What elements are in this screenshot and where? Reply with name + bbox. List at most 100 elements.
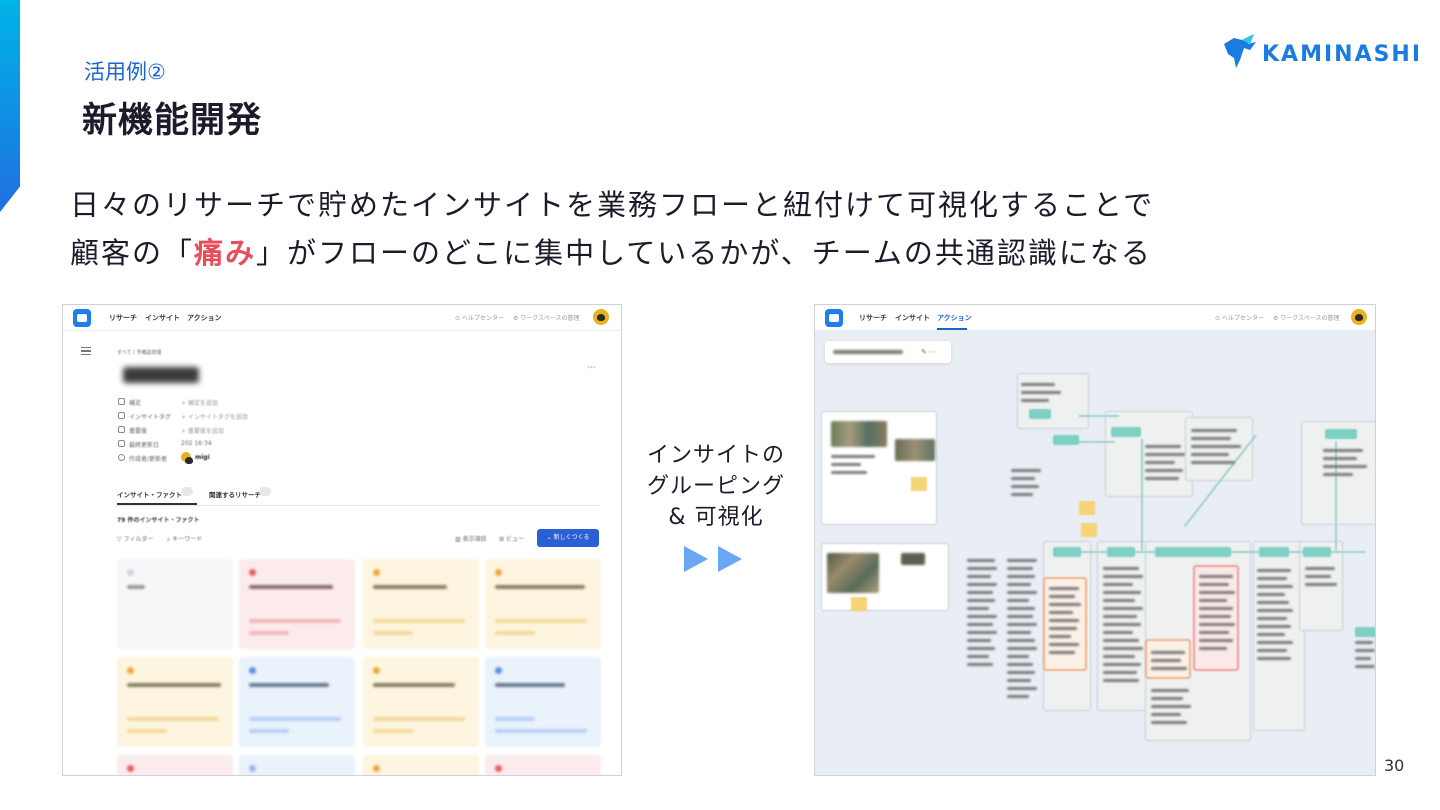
insight-card[interactable] — [485, 559, 601, 649]
card-icon — [495, 765, 502, 772]
grouping-label-line-1: インサイトの — [646, 443, 785, 468]
menu-icon[interactable] — [81, 347, 91, 355]
flow-node[interactable] — [1053, 435, 1079, 445]
canvas-text-stack — [967, 559, 997, 671]
keyword-search[interactable]: ⌕ キーワード — [167, 534, 202, 544]
prop-label-priority: 重要度 — [129, 428, 148, 435]
insight-card[interactable] — [239, 657, 355, 747]
more-icon[interactable]: ⋯ — [587, 363, 596, 373]
photo-thumbnail — [827, 553, 879, 593]
card-icon — [249, 765, 256, 772]
flow-node[interactable] — [1111, 427, 1141, 437]
card-title — [249, 683, 329, 687]
flow-node[interactable] — [1155, 547, 1231, 557]
nav-action[interactable]: アクション — [937, 313, 972, 323]
card-tag-line — [249, 631, 289, 635]
card-tag-line — [495, 729, 587, 733]
flow-node[interactable] — [1259, 547, 1289, 557]
prop-value-tag[interactable]: + インサイトタグを追加 — [181, 412, 248, 421]
brand-logo: KAMINASHI — [1220, 34, 1420, 74]
nav-action[interactable]: アクション — [187, 313, 222, 323]
help-center-link[interactable]: ⊙ ヘルプセンター — [1215, 313, 1264, 322]
insight-card[interactable] — [363, 559, 479, 649]
prop-value-priority[interactable]: + 重要度を追加 — [181, 426, 224, 435]
sticky-note[interactable] — [911, 477, 927, 491]
canvas-text-stack — [1103, 567, 1143, 687]
person-icon — [118, 454, 125, 461]
nav-insight[interactable]: インサイト — [895, 313, 930, 323]
brand-name: KAMINASHI — [1262, 42, 1423, 67]
insight-card[interactable] — [363, 657, 479, 747]
lead-line-2-start: 顧客の「 — [70, 236, 195, 270]
photo-thumbnail — [831, 421, 887, 447]
insight-card[interactable] — [117, 657, 233, 747]
create-new-button[interactable]: ⌄ 新しくつくる — [537, 529, 599, 547]
app-header: リサーチ インサイト アクション ⊙ ヘルプセンター ⚙ ワークスペースの管理 — [63, 305, 621, 331]
tab-related-research[interactable]: 関連するリサーチ — [209, 489, 261, 499]
sticky-note[interactable] — [1081, 523, 1097, 537]
flow-node[interactable] — [1107, 547, 1135, 557]
photo-thumbnail — [895, 439, 935, 461]
sticky-note[interactable] — [851, 597, 867, 611]
insight-card[interactable] — [117, 559, 233, 649]
connector-line — [1141, 439, 1143, 551]
note-icon — [118, 398, 125, 405]
filter-button[interactable]: ▽ フィルター — [117, 534, 153, 543]
display-items-button[interactable]: ▥ 表示項目 — [455, 534, 487, 543]
card-tag-line — [373, 729, 413, 733]
insight-card[interactable] — [485, 755, 601, 775]
card-title — [373, 585, 447, 589]
flow-canvas-screenshot: リサーチ インサイト アクション ⊙ ヘルプセンター ⚙ ワークスペースの管理 … — [814, 304, 1376, 776]
view-button[interactable]: ⊞ ビュー — [499, 534, 524, 543]
card-icon — [373, 569, 380, 576]
flow-node[interactable] — [1355, 627, 1375, 637]
user-avatar[interactable] — [1351, 309, 1367, 325]
active-nav-indicator — [937, 328, 967, 330]
nav-research[interactable]: リサーチ — [109, 313, 137, 323]
prop-value-note[interactable]: + 補足を追加 — [181, 398, 218, 407]
card-tag-line — [249, 717, 341, 721]
workspace-link[interactable]: ⚙ ワークスペースの管理 — [513, 313, 579, 322]
app-logo-icon — [825, 309, 843, 327]
user-avatar[interactable] — [593, 309, 609, 325]
card-icon — [495, 667, 502, 674]
nav-research[interactable]: リサーチ — [859, 313, 887, 323]
help-center-label: ヘルプセンター — [1221, 315, 1264, 322]
grouping-label-line-3: & 可視化 — [668, 505, 764, 530]
breadcrumb[interactable]: すべて / 予備品管理 — [117, 349, 161, 356]
flow-node[interactable] — [1303, 547, 1331, 557]
app-header: リサーチ インサイト アクション ⊙ ヘルプセンター ⚙ ワークスペースの管理 — [815, 305, 1375, 331]
author-avatar — [181, 452, 193, 464]
flow-node[interactable] — [1053, 547, 1081, 557]
calendar-icon — [118, 440, 125, 447]
card-tag-line — [373, 619, 465, 623]
tab-insight-fact[interactable]: インサイト・ファクト — [117, 489, 182, 499]
insight-card[interactable] — [239, 559, 355, 649]
canvas-text-stack — [1323, 449, 1367, 481]
sticky-note[interactable] — [1079, 501, 1095, 515]
card-icon — [127, 765, 134, 772]
workspace-label: ワークスペースの管理 — [520, 315, 580, 322]
frame-text — [831, 455, 875, 479]
nav-insight[interactable]: インサイト — [145, 313, 180, 323]
page-title-blurred — [123, 367, 199, 383]
help-center-link[interactable]: ⊙ ヘルプセンター — [455, 313, 504, 322]
insight-card[interactable] — [239, 755, 355, 775]
canvas-text-stack — [1151, 651, 1187, 675]
flow-node[interactable] — [1325, 429, 1357, 439]
slide-title: 新機能開発 — [82, 101, 263, 141]
card-tag-line — [373, 631, 413, 635]
insight-card[interactable] — [117, 755, 233, 775]
flow-node[interactable] — [1029, 409, 1051, 419]
insight-card[interactable] — [363, 755, 479, 775]
lead-line-2: 顧客の「痛み」がフローのどこに集中しているかが、チームの共通認識になる — [70, 230, 1370, 272]
canvas-text-stack — [1257, 569, 1293, 665]
canvas-text-stack — [1199, 575, 1235, 655]
tab-count-pill — [259, 487, 271, 496]
workspace-link[interactable]: ⚙ ワークスペースの管理 — [1273, 313, 1339, 322]
card-tag-line — [249, 619, 341, 623]
edit-icon[interactable]: ✎ ⋯ — [921, 348, 936, 356]
prop-label-author: 作成者/更新者 — [129, 456, 168, 463]
flow-title-box[interactable]: ✎ ⋯ — [825, 341, 951, 363]
insight-card[interactable] — [485, 657, 601, 747]
